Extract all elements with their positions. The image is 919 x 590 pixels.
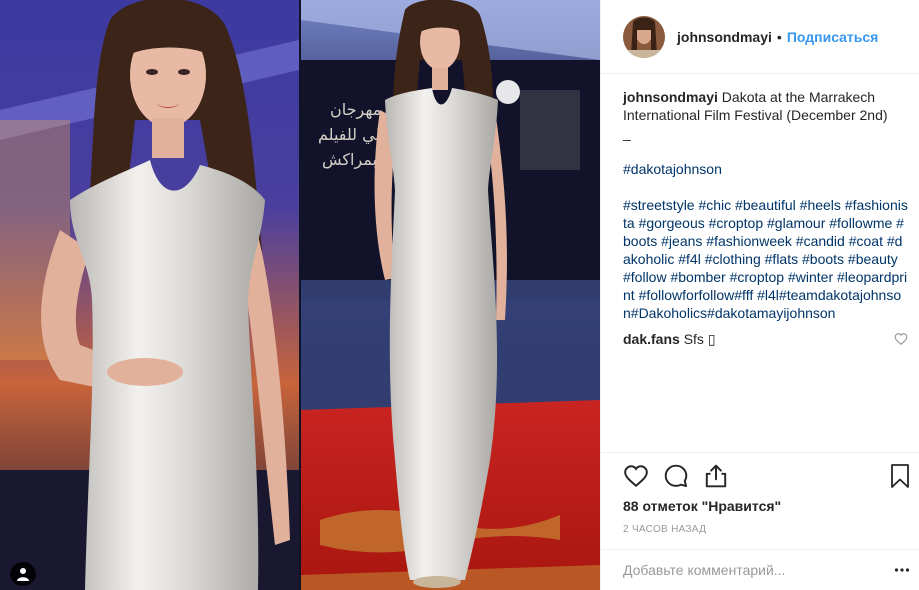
heart-icon[interactable]: [623, 463, 649, 494]
list-item: dak.fans Sfs ▯: [623, 330, 908, 348]
post-caption: johnsondmayi Dakota at the Marrakech Int…: [623, 88, 908, 322]
user-tag-icon[interactable]: [10, 562, 36, 586]
comment-username-link[interactable]: dak.fans: [623, 331, 680, 347]
add-comment-bar: [601, 549, 919, 589]
header-separator: •: [776, 28, 782, 45]
post-actions: 88 отметок "Нравится" 2 часов назад: [601, 452, 919, 589]
more-icon[interactable]: [894, 562, 910, 583]
comment-text: Sfs ▯: [683, 331, 716, 347]
caption-hashtags[interactable]: #streetstyle #chic #beautiful #heels #fa…: [623, 196, 908, 322]
avatar[interactable]: [623, 15, 665, 58]
comment-heart-icon[interactable]: [894, 332, 908, 346]
post-header: johnsondmayi • Подписаться: [601, 0, 919, 74]
post-side-panel: johnsondmayi • Подписаться johnsondmayi …: [600, 0, 919, 590]
comments-list: johnsondmayi Dakota at the Marrakech Int…: [623, 88, 908, 348]
bookmark-icon[interactable]: [888, 463, 912, 494]
caption-dash: _: [623, 125, 631, 141]
share-icon[interactable]: [703, 463, 729, 494]
svg-text:مهرجان: مهرجان: [330, 100, 381, 120]
post-timestamp[interactable]: 2 часов назад: [623, 524, 706, 535]
header-username-link[interactable]: johnsondmayi: [677, 29, 772, 45]
comment-icon[interactable]: [663, 463, 689, 494]
follow-button[interactable]: Подписаться: [787, 29, 879, 45]
caption-username-link[interactable]: johnsondmayi: [623, 89, 718, 105]
post-photo[interactable]: مهرجان الدولي للفيلم بمراكش: [0, 0, 600, 590]
comment-input[interactable]: [623, 560, 873, 580]
likes-count[interactable]: 88 отметок "Нравится": [623, 498, 781, 514]
caption-tag-line[interactable]: #dakotajohnson: [623, 160, 908, 178]
svg-text:بمراكش: بمراكش: [322, 150, 377, 170]
post-image: مهرجان الدولي للفيلم بمراكش: [0, 0, 600, 590]
